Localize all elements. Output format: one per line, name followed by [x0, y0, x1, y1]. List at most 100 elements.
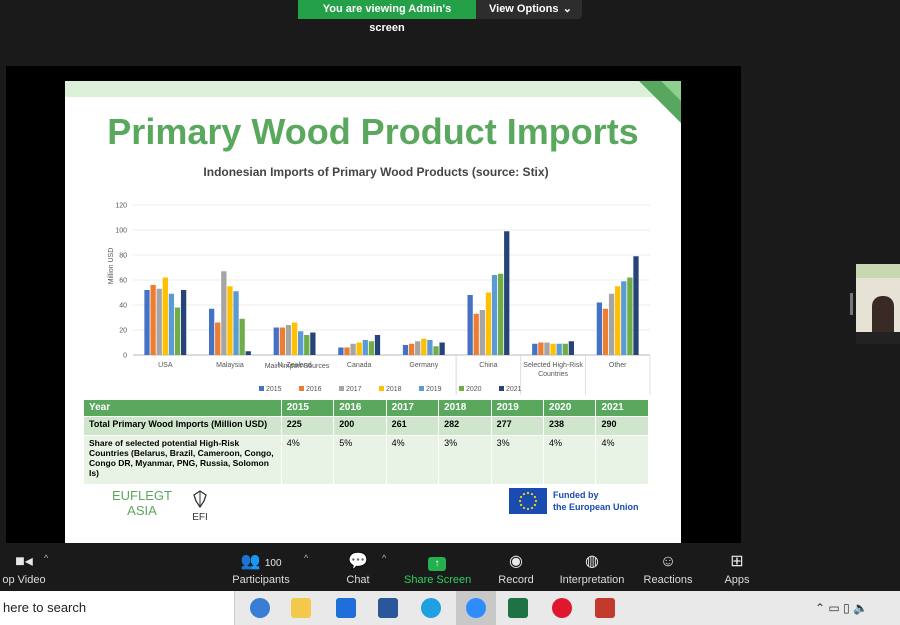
x-tick-label: China	[479, 362, 497, 369]
taskbar-search-input[interactable]: here to search	[0, 591, 235, 625]
video-options-caret[interactable]: ^	[44, 553, 48, 563]
game-app-icon[interactable]	[595, 598, 615, 618]
video-camera-icon: ■◂	[15, 553, 33, 570]
bar	[291, 322, 298, 355]
bar	[168, 293, 175, 355]
record-icon: ◉	[509, 553, 523, 570]
interpretation-button[interactable]: ◍ Interpretation	[554, 545, 630, 591]
table-cell: 3%	[490, 435, 545, 485]
bar	[408, 343, 415, 355]
excel-app-icon[interactable]	[508, 598, 528, 618]
search-placeholder: here to search	[3, 600, 87, 615]
panel-resize-handle[interactable]	[850, 293, 853, 315]
bar	[368, 341, 375, 355]
funded-line1: Funded by	[553, 490, 599, 500]
y-tick-label: 120	[115, 203, 127, 210]
mail-app-icon[interactable]	[336, 598, 356, 618]
network-icon[interactable]: ▭	[828, 601, 839, 615]
table-cell: 2016	[333, 399, 387, 417]
chat-icon: 💬	[348, 553, 368, 570]
bar	[544, 342, 550, 355]
bar	[538, 342, 544, 355]
file-explorer-icon[interactable]	[291, 598, 311, 618]
volume-icon[interactable]: 🔈	[853, 601, 868, 615]
record-button[interactable]: ◉ Record	[496, 545, 536, 591]
battery-icon[interactable]: ▯	[843, 601, 850, 615]
legend-swatch	[459, 386, 464, 391]
viewing-status: You are viewing Admin's screen	[298, 0, 476, 34]
apps-label: Apps	[724, 574, 750, 586]
bar	[174, 307, 181, 355]
bar	[504, 231, 510, 355]
share-screen-icon: ↑	[404, 550, 470, 574]
reactions-button[interactable]: ☺ Reactions	[642, 545, 694, 591]
bar	[427, 340, 433, 355]
video-button[interactable]: ■◂ op Video	[0, 545, 48, 591]
chevron-up-icon[interactable]: ⌃	[815, 601, 825, 615]
legend-swatch	[259, 386, 264, 391]
bar	[562, 343, 568, 355]
funded-line2: the European Union	[553, 502, 639, 512]
bar	[156, 288, 162, 355]
table-row-label: Year	[83, 399, 282, 417]
reactions-label: Reactions	[643, 574, 693, 586]
bar	[144, 290, 150, 355]
table-cell: 200	[333, 416, 387, 436]
bar	[627, 277, 633, 355]
apps-button[interactable]: ⊞ Apps	[718, 545, 756, 591]
chat-options-caret[interactable]: ^	[382, 553, 386, 563]
browser-app-icon[interactable]	[250, 598, 270, 618]
table-cell: 2019	[490, 399, 545, 417]
participants-options-caret[interactable]: ^	[304, 553, 308, 563]
bar	[298, 331, 304, 355]
y-tick-label: 100	[115, 228, 127, 235]
bar	[374, 335, 381, 355]
participants-button[interactable]: 👥 100 Participants	[228, 545, 294, 591]
bar	[362, 340, 368, 355]
eu-star	[522, 506, 526, 510]
table-cell: 5%	[333, 435, 387, 485]
y-tick-label: 20	[119, 328, 127, 335]
euflegt-text: EUFLEGT	[112, 488, 172, 503]
table-cell: 2020	[543, 399, 597, 417]
x-tick-label: Countries	[538, 371, 568, 378]
presentation-slide: Primary Wood Product Imports Indonesian …	[65, 81, 681, 543]
bar	[245, 351, 251, 355]
y-tick-label: 80	[119, 253, 127, 260]
bar-chart: Indonesian Imports of Primary Wood Produ…	[108, 165, 651, 395]
x-tick-label: Canada	[347, 362, 372, 369]
table-cell: 261	[385, 416, 440, 436]
reactions-icon: ☺	[659, 553, 677, 570]
edge-app-icon[interactable]	[421, 598, 441, 618]
table-cell: 282	[438, 416, 492, 436]
bar	[602, 308, 609, 355]
view-options-button[interactable]: View Options ⌄	[476, 0, 582, 19]
bar	[433, 346, 439, 355]
euflegt-asia-text: ASIA	[127, 503, 157, 518]
meeting-toolbar: ■◂ op Video ^ 👥 100 Participants ^ 💬 Cha…	[0, 545, 900, 591]
table-cell: 4%	[280, 435, 335, 485]
table-cell: 2018	[438, 399, 492, 417]
word-app-icon[interactable]	[378, 598, 398, 618]
zoom-app-icon[interactable]	[466, 598, 486, 618]
bar	[227, 286, 233, 355]
participant-video-thumbnail[interactable]	[856, 264, 900, 344]
bar	[402, 345, 409, 355]
opera-app-icon[interactable]	[552, 598, 572, 618]
bar	[344, 347, 350, 355]
legend-label: 2018	[386, 386, 402, 393]
data-table: Year 2015 2016 2017 2018 2019 2020 2021 Total P…	[83, 399, 649, 485]
group-label: Main Import Sources	[265, 363, 330, 370]
table-cell: 290	[595, 416, 649, 436]
bar	[180, 290, 187, 355]
table-row: Share of selected potential High-Risk Co…	[83, 435, 649, 485]
participants-label: Participants	[232, 574, 290, 586]
share-screen-label: Share Screen	[404, 574, 472, 586]
chat-button[interactable]: 💬 Chat	[338, 545, 378, 591]
share-screen-button[interactable]: ↑ Share Screen	[404, 545, 472, 591]
legend-label: 2017	[346, 386, 362, 393]
x-tick-label: Malaysia	[216, 362, 244, 369]
globe-icon: ◍	[585, 553, 599, 570]
legend-label: 2016	[306, 386, 322, 393]
bar	[338, 347, 344, 355]
